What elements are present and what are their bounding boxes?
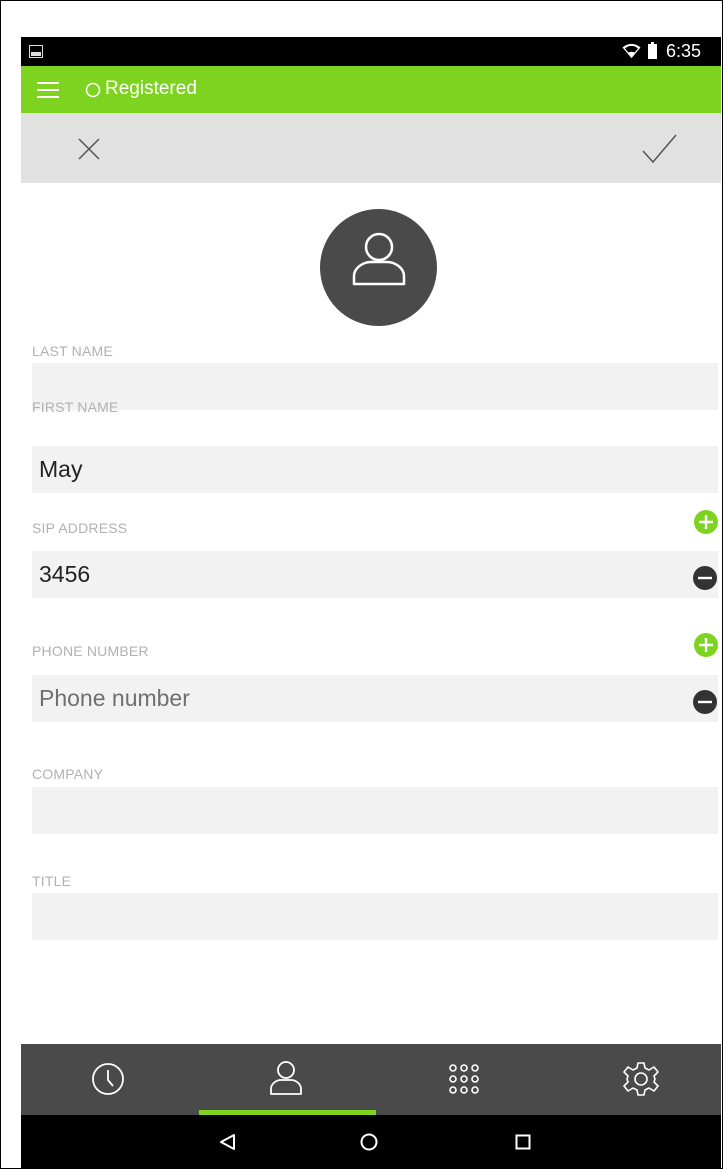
minus-icon: [698, 576, 712, 580]
action-bar: [21, 113, 721, 183]
title-field[interactable]: [32, 893, 718, 940]
first-name-field[interactable]: [32, 446, 718, 493]
dialpad-icon: [449, 1064, 479, 1094]
recents-icon[interactable]: [515, 1134, 531, 1150]
cancel-icon[interactable]: [77, 137, 101, 161]
phone-number-field[interactable]: [32, 675, 692, 722]
nav-tab-dialer[interactable]: [376, 1044, 551, 1115]
plus-icon: [699, 638, 713, 652]
remove-phone-number-button[interactable]: [693, 690, 717, 714]
person-icon: [352, 232, 406, 286]
last-name-field[interactable]: [32, 363, 718, 410]
battery-icon: [648, 42, 657, 59]
contact-avatar[interactable]: [320, 209, 437, 326]
person-icon: [270, 1061, 302, 1095]
back-icon[interactable]: [218, 1133, 236, 1151]
menu-icon[interactable]: [37, 81, 59, 98]
company-label: COMPANY: [32, 766, 104, 782]
sip-address-label: SIP ADDRESS: [32, 520, 128, 536]
registration-status-icon: [85, 82, 101, 98]
minus-icon: [698, 700, 712, 704]
clock-icon: [92, 1063, 124, 1095]
app-bar: Registered: [21, 66, 721, 113]
nav-tab-settings[interactable]: [551, 1044, 721, 1115]
last-name-label: LAST NAME: [32, 343, 113, 359]
remove-sip-address-button[interactable]: [693, 566, 717, 590]
confirm-check-icon[interactable]: [641, 134, 677, 164]
gear-icon: [623, 1062, 659, 1096]
sip-address-field[interactable]: [32, 551, 692, 598]
registration-status-label: Registered: [105, 78, 197, 99]
first-name-label: FIRST NAME: [32, 399, 119, 415]
add-phone-number-button[interactable]: [694, 633, 718, 657]
system-nav-bar: [21, 1115, 721, 1169]
home-icon[interactable]: [360, 1133, 378, 1151]
phone-number-label: PHONE NUMBER: [32, 643, 149, 659]
company-field[interactable]: [32, 787, 718, 834]
nav-tab-contacts[interactable]: [196, 1044, 376, 1115]
title-label: TITLE: [32, 873, 72, 889]
gallery-notification-icon: [29, 45, 43, 58]
status-time: 6:35: [666, 41, 702, 61]
add-sip-address-button[interactable]: [694, 510, 718, 534]
bottom-nav: [21, 1044, 721, 1115]
plus-icon: [699, 515, 713, 529]
nav-tab-history[interactable]: [21, 1044, 196, 1115]
wifi-icon: [622, 43, 641, 58]
status-bar: 6:35: [21, 37, 721, 66]
